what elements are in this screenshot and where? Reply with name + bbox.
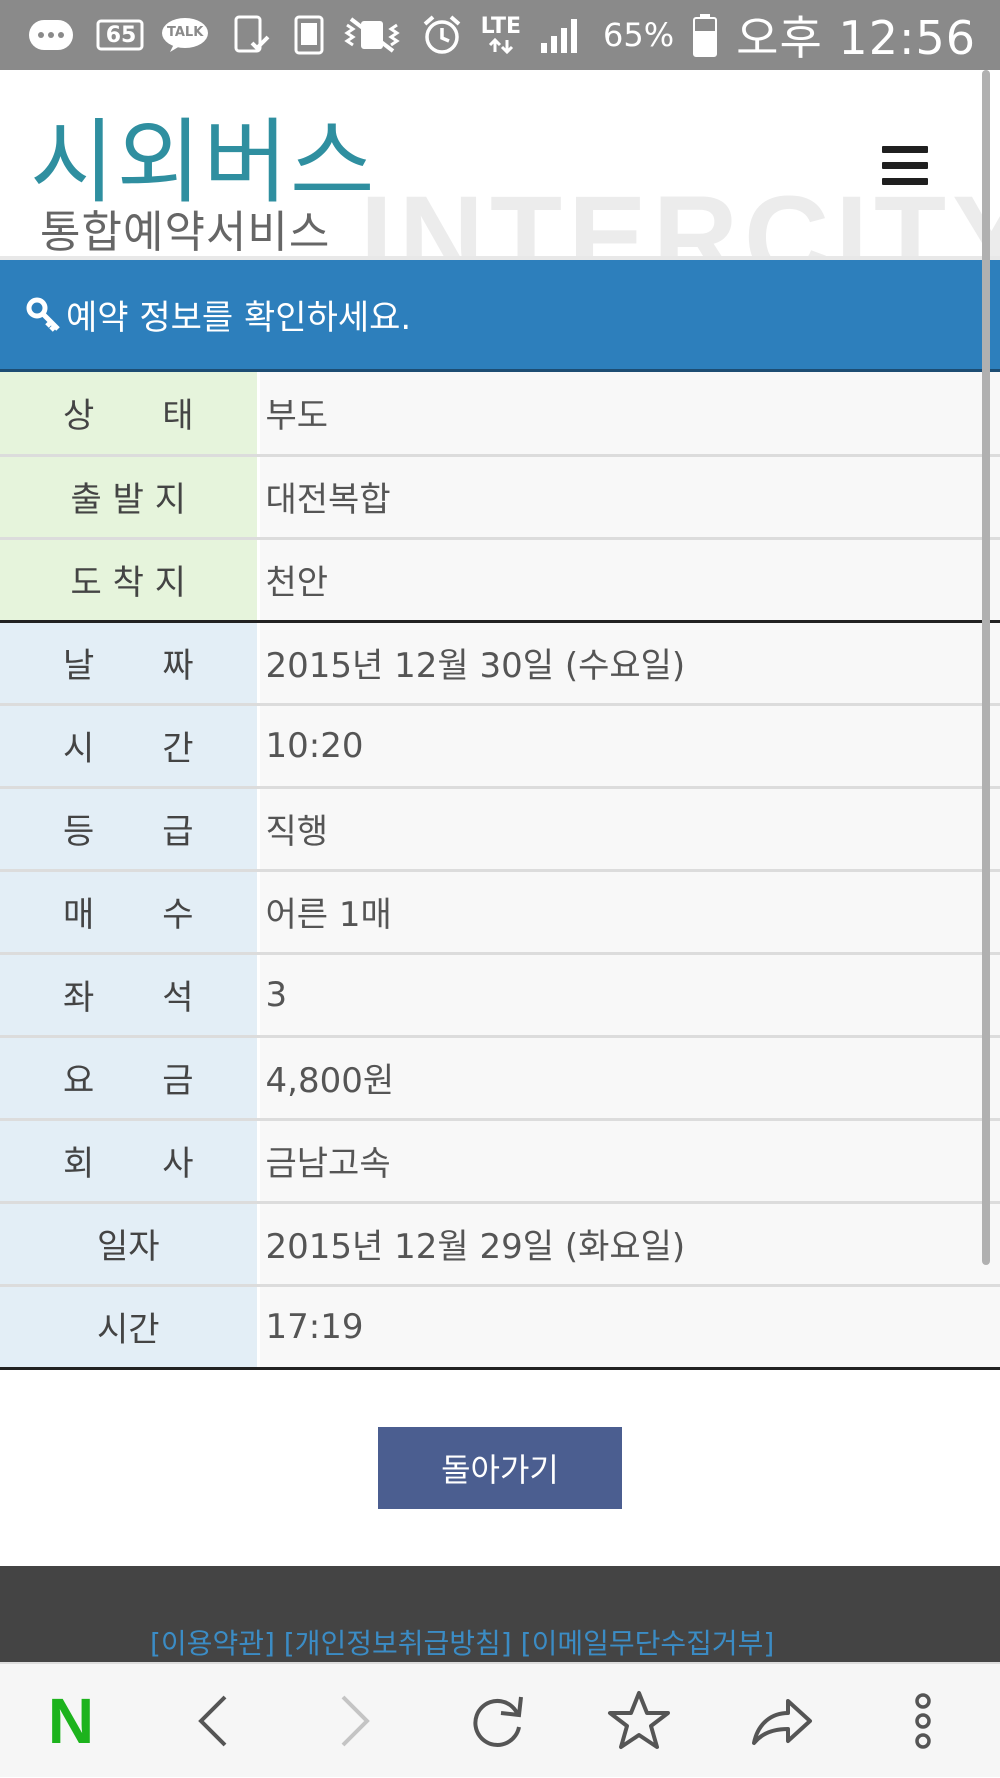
row-label-seat: 좌 석 — [0, 953, 260, 1038]
naver-logo-icon: N — [47, 1684, 95, 1757]
table-row: 좌 석 3 — [0, 953, 1000, 1038]
chevron-left-icon — [198, 1695, 227, 1746]
kakaotalk-icon: TALK — [160, 16, 210, 54]
row-label-date: 날 짜 — [0, 621, 260, 706]
battery-percent: 65% — [603, 16, 675, 54]
row-value-status: 부도 — [258, 372, 1000, 457]
table-row: 매 수 어른 1매 — [0, 870, 1000, 955]
lte-icon: LTE — [481, 16, 521, 54]
reservation-table: 상 태 부도 출 발 지 대전복합 도 착 지 천안 날 짜 2015년 12월… — [0, 372, 1000, 1370]
alarm-icon — [421, 14, 463, 56]
clock-time: 오후 12:56 — [736, 11, 976, 65]
more-chat-icon — [28, 17, 74, 53]
status-bar: 65 TALK LTE 65% 오후 12:56 — [0, 0, 1000, 70]
row-value-company: 금남고속 — [258, 1119, 1000, 1204]
page-content: INTERCITY 시외버스 통합예약서비스 예약 정보를 확인하세요. 상 태… — [0, 70, 1000, 1662]
refresh-icon — [473, 1696, 523, 1747]
table-row: 등 급 직행 — [0, 787, 1000, 872]
notification-count-icon: 65 — [96, 17, 144, 53]
tablet-check-icon — [232, 15, 272, 55]
back-nav-button[interactable] — [142, 1663, 284, 1778]
banner-title: 예약 정보를 확인하세요. — [66, 298, 412, 338]
table-row: 회 사 금남고속 — [0, 1119, 1000, 1204]
star-icon — [608, 1690, 670, 1749]
notification-badge: 65 — [105, 22, 137, 48]
row-value-tickets: 어른 1매 — [258, 870, 1000, 955]
battery-icon — [692, 13, 718, 57]
page-scrollbar[interactable] — [982, 70, 990, 1265]
row-value-time: 10:20 — [258, 704, 1000, 789]
row-label-tickets: 매 수 — [0, 870, 260, 955]
forward-nav-button[interactable] — [284, 1663, 426, 1778]
table-row: 날 짜 2015년 12월 30일 (수요일) — [0, 621, 1000, 706]
refresh-button[interactable] — [426, 1663, 568, 1778]
row-value-date: 2015년 12월 30일 (수요일) — [258, 621, 1000, 706]
chevron-right-icon — [341, 1695, 370, 1746]
table-row: 출 발 지 대전복합 — [0, 455, 1000, 540]
phone-icon — [294, 15, 324, 55]
site-footer: [이용약관] [개인정보취급방침] [이메일무단수집거부] — [0, 1565, 1000, 1662]
share-arrow-icon — [752, 1698, 812, 1745]
talk-label: TALK — [167, 25, 204, 40]
network-label: LTE — [480, 14, 522, 39]
row-label-status: 상 태 — [0, 372, 260, 457]
row-label-fare: 요 금 — [0, 1036, 260, 1121]
table-row: 시간 17:19 — [0, 1285, 1000, 1370]
row-value-seat: 3 — [258, 953, 1000, 1038]
privacy-policy-link[interactable]: [개인정보취급방침] — [284, 1627, 512, 1660]
table-row: 상 태 부도 — [0, 372, 1000, 457]
email-refusal-link[interactable]: [이메일무단수집거부] — [521, 1627, 775, 1660]
site-header: INTERCITY 시외버스 통합예약서비스 — [0, 70, 1000, 260]
naver-home-button[interactable]: N — [0, 1663, 142, 1778]
row-value-arrival: 천안 — [258, 538, 1000, 623]
table-row: 시 간 10:20 — [0, 704, 1000, 789]
table-row: 도 착 지 천안 — [0, 538, 1000, 623]
section-banner: 예약 정보를 확인하세요. — [0, 260, 1000, 372]
vibrate-mute-icon — [341, 15, 403, 55]
actions-area: 돌아가기 — [0, 1370, 1000, 1566]
more-menu-button[interactable] — [852, 1663, 994, 1778]
table-row: 요 금 4,800원 — [0, 1036, 1000, 1121]
row-label-company: 회 사 — [0, 1119, 260, 1204]
row-label-time: 시 간 — [0, 704, 260, 789]
back-button[interactable]: 돌아가기 — [378, 1426, 622, 1509]
terms-link[interactable]: [이용약관] — [150, 1627, 275, 1660]
row-value-fare: 4,800원 — [258, 1036, 1000, 1121]
row-value-grade: 직행 — [258, 787, 1000, 872]
table-row: 일자 2015년 12월 29일 (화요일) — [0, 1202, 1000, 1287]
row-value-departure: 대전복합 — [258, 455, 1000, 540]
row-label-grade: 등 급 — [0, 787, 260, 872]
site-logo-subtitle: 통합예약서비스 — [40, 207, 331, 258]
share-button[interactable] — [710, 1663, 852, 1778]
row-label-booking-time: 시간 — [0, 1285, 260, 1370]
row-label-booking-date: 일자 — [0, 1202, 260, 1287]
signal-icon — [539, 15, 585, 55]
key-icon — [26, 297, 62, 333]
row-label-arrival: 도 착 지 — [0, 538, 260, 623]
browser-toolbar: N — [0, 1662, 1000, 1777]
more-vertical-icon — [915, 1692, 931, 1749]
row-value-booking-date: 2015년 12월 29일 (화요일) — [258, 1202, 1000, 1287]
row-value-booking-time: 17:19 — [258, 1285, 1000, 1370]
hamburger-menu-icon[interactable] — [882, 146, 928, 186]
footer-links: [이용약관] [개인정보취급방침] [이메일무단수집거부] — [150, 1622, 774, 1662]
row-label-departure: 출 발 지 — [0, 455, 260, 540]
bookmark-button[interactable] — [568, 1663, 710, 1778]
